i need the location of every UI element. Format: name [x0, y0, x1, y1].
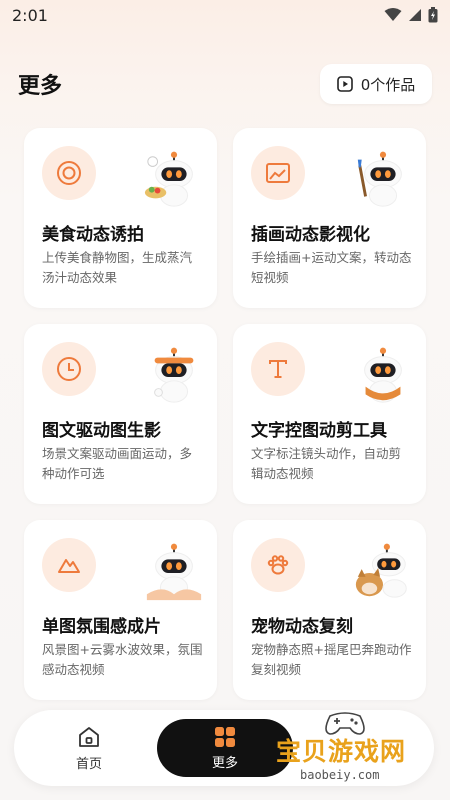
- video-play-icon: [336, 76, 353, 92]
- feature-card-title: 图文驱动图生影: [42, 421, 161, 441]
- feature-card-pet[interactable]: 宠物动态复刻 宠物静态照+摇尾巴奔跑动作复刻视频: [233, 520, 426, 700]
- nav-more-label: 更多: [211, 755, 238, 771]
- icon-badge: [251, 146, 305, 200]
- icon-badge: [42, 538, 96, 592]
- feature-card-title: 单图氛围感成片: [42, 617, 161, 637]
- watermark-text: 宝贝游戏网: [276, 737, 407, 766]
- feature-card-description: 上传美食静物图，生成蒸汽汤汁动态效果: [42, 250, 193, 285]
- nav-home-tab[interactable]: 首页: [54, 722, 124, 774]
- icon-badge: [251, 538, 305, 592]
- icon-badge: [251, 342, 305, 396]
- page-title: 更多: [18, 74, 63, 99]
- my-works-label: 0个作品: [360, 75, 416, 94]
- feature-card-food[interactable]: 美食动态诱拍 上传美食静物图，生成蒸汽汤汁动态效果: [24, 128, 217, 308]
- wifi-icon: [384, 8, 402, 21]
- feature-card-title: 插画动态影视化: [251, 225, 370, 245]
- feature-card-description: 场景文案驱动画面运动，多种动作可选: [42, 446, 193, 481]
- robot-mascot-icon: [144, 151, 193, 207]
- feature-card-title: 宠物动态复刻: [251, 617, 353, 637]
- icon-badge: [42, 146, 96, 200]
- circle-target-icon: [57, 161, 81, 185]
- nav-home-label: 首页: [75, 756, 102, 772]
- text-t-icon: [269, 360, 287, 378]
- feature-card-atmosphere[interactable]: 单图氛围感成片 风景图+云雾水波效果，氛围感动态视频: [24, 520, 217, 700]
- battery-icon: [428, 7, 438, 23]
- feature-card-description: 风景图+云雾水波效果，氛围感动态视频: [42, 642, 203, 677]
- feature-card-title: 文字控图动剪工具: [251, 421, 387, 441]
- robot-mascot-icon: [146, 543, 202, 601]
- my-works-button[interactable]: 0个作品: [320, 64, 432, 104]
- feature-card-illustration[interactable]: 插画动态影视化 手绘插画+运动文案，转动态短视频: [233, 128, 426, 308]
- home-icon: [79, 726, 99, 747]
- robot-mascot-icon: [357, 151, 402, 207]
- nav-more-tab[interactable]: 更多: [157, 719, 293, 777]
- robot-mascot-icon: [364, 347, 402, 403]
- feature-card-title: 美食动态诱拍: [42, 225, 144, 245]
- status-time: 2:01: [12, 5, 48, 25]
- robot-mascot-icon: [355, 543, 407, 598]
- site-watermark: 宝贝游戏网 baobeiy.com: [276, 706, 446, 794]
- feature-card-description: 手绘插画+运动文案，转动态短视频: [251, 250, 412, 285]
- header: 更多 0个作品: [0, 62, 450, 106]
- watermark-url: baobeiy.com: [300, 768, 380, 782]
- paw-icon: [267, 555, 289, 575]
- feature-card-text-control[interactable]: 文字控图动剪工具 文字标注镜头动作，自动剪辑动态视频: [233, 324, 426, 504]
- feature-card-description: 文字标注镜头动作，自动剪辑动态视频: [251, 446, 402, 481]
- feature-card-description: 宠物静态照+摇尾巴奔跑动作复刻视频: [251, 642, 412, 677]
- status-bar: 2:01: [0, 0, 450, 30]
- icon-badge: [42, 342, 96, 396]
- robot-mascot-icon: [154, 347, 194, 403]
- feature-card-image-text[interactable]: 图文驱动图生影 场景文案驱动画面运动，多种动作可选: [24, 324, 217, 504]
- clock-icon: [57, 357, 81, 381]
- grid-icon: [215, 726, 235, 747]
- picture-icon: [266, 163, 290, 183]
- mountain-icon: [58, 559, 80, 573]
- signal-icon: [409, 9, 421, 21]
- status-icons: [384, 7, 438, 23]
